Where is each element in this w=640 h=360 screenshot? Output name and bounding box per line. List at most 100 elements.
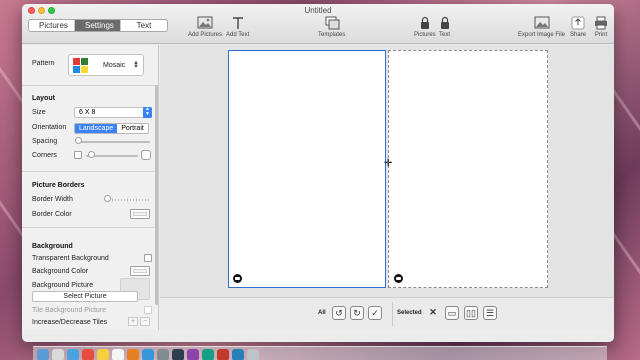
export-image-icon [534, 16, 550, 29]
camera-icon[interactable] [394, 274, 403, 283]
notes-icon[interactable] [97, 349, 109, 360]
lock-text-label: Text [439, 32, 451, 38]
lock-text-button[interactable]: Text [439, 16, 450, 38]
mode-tabs: Pictures Settings Text [28, 19, 168, 32]
transparent-background-checkbox[interactable] [144, 254, 152, 262]
pattern-label: Pattern [32, 60, 55, 67]
lock-icon [440, 16, 449, 29]
split-horizontal-icon[interactable]: ☰ [483, 306, 497, 320]
size-value: 6 X 8 [79, 109, 96, 116]
sidebar-scrollbar[interactable] [155, 85, 158, 305]
corners-slider-knob[interactable] [88, 151, 95, 158]
border-color-well[interactable] [130, 209, 150, 219]
tile-background-label: Tile Background Picture [32, 307, 107, 314]
window-title: Untitled [304, 6, 332, 15]
tab-text[interactable]: Text [121, 20, 167, 31]
templates-icon [325, 16, 340, 30]
background-color-well[interactable] [130, 266, 150, 276]
remove-selected-icon[interactable]: ✕ [426, 306, 440, 320]
settings-icon[interactable] [157, 349, 169, 360]
app-icon[interactable] [202, 349, 214, 360]
picture-icon [197, 16, 213, 29]
round-corner-icon [141, 150, 151, 160]
export-image-label: Export Image File [518, 32, 566, 38]
background-picture-label: Background Picture [32, 282, 94, 289]
add-text-label: Add Text [226, 32, 250, 38]
print-button[interactable]: Print [594, 16, 608, 38]
all-label: All [318, 310, 326, 316]
lock-icon [420, 16, 429, 29]
add-pictures-label: Add Pictures [188, 32, 223, 38]
background-heading: Background [32, 243, 73, 250]
divider [392, 302, 393, 326]
check-all-button[interactable]: ✓ [368, 306, 382, 320]
background-color-label: Background Color [32, 268, 89, 275]
launchpad-icon[interactable] [52, 349, 64, 360]
increase-decrease-tiles-label: Increase/Decrease Tiles [32, 319, 108, 326]
text-t-icon [232, 17, 243, 29]
selected-label: Selected [397, 310, 422, 316]
spacing-slider-knob[interactable] [75, 137, 82, 144]
orientation-landscape[interactable]: Landscape [75, 124, 118, 133]
app-icon[interactable] [187, 349, 199, 360]
picture-slot-selected[interactable] [228, 50, 386, 288]
share-label: Share [570, 32, 587, 38]
picture-borders-heading: Picture Borders [32, 182, 85, 189]
lock-pictures-label: Pictures [414, 32, 436, 38]
tab-pictures[interactable]: Pictures [29, 20, 75, 31]
size-select[interactable]: 6 X 8 ▲ ▼ [74, 107, 152, 118]
layout-heading: Layout [32, 95, 55, 102]
add-pictures-button[interactable]: Add Pictures [188, 16, 222, 38]
split-vertical-icon[interactable]: ▯▯ [464, 306, 478, 320]
rotate-right-all-button[interactable]: ↻ [350, 306, 364, 320]
bottom-toolbar: All ↺ ↻ ✓ Selected ✕ ▭ ▯▯ ☰ [160, 297, 614, 330]
photos-icon[interactable] [127, 349, 139, 360]
split-handle-icon[interactable]: ✛ [384, 159, 392, 169]
templates-label: Templates [318, 32, 346, 38]
pattern-select[interactable]: Mosaic ▲ ▼ [68, 54, 144, 76]
templates-button[interactable]: Templates [318, 16, 345, 38]
divider [22, 171, 158, 172]
divider [22, 85, 158, 86]
border-color-label: Border Color [32, 211, 72, 218]
app-icon[interactable] [217, 349, 229, 360]
select-picture-button[interactable]: Select Picture [32, 291, 138, 302]
border-width-label: Border Width [32, 196, 73, 203]
reminders-icon[interactable] [112, 349, 124, 360]
safari-icon[interactable] [67, 349, 79, 360]
size-label: Size [32, 109, 46, 116]
share-icon [571, 16, 585, 30]
border-width-slider-knob[interactable] [104, 195, 111, 202]
divider [22, 227, 158, 228]
picture-selected-icon[interactable]: ▭ [445, 306, 459, 320]
lock-pictures-button[interactable]: Pictures [414, 16, 436, 38]
add-text-button[interactable]: Add Text [226, 16, 249, 38]
tab-settings[interactable]: Settings [75, 20, 121, 31]
calendar-icon[interactable] [82, 349, 94, 360]
updown-icon: ▲ ▼ [133, 60, 139, 70]
print-label: Print [594, 32, 608, 38]
picture-slot[interactable] [388, 50, 548, 288]
dock [33, 346, 607, 360]
app-icon[interactable] [247, 349, 259, 360]
tile-background-checkbox[interactable] [144, 306, 152, 314]
updown-icon: ▲ ▼ [143, 107, 152, 118]
terminal-icon[interactable] [172, 349, 184, 360]
spacing-label: Spacing [32, 138, 58, 145]
border-width-slider[interactable] [106, 199, 150, 201]
camera-icon[interactable] [233, 274, 242, 283]
increase-tiles-button[interactable]: + [128, 317, 138, 326]
app-icon[interactable] [232, 349, 244, 360]
rotate-left-all-button[interactable]: ↺ [332, 306, 346, 320]
spacing-slider[interactable] [76, 141, 150, 143]
share-button[interactable]: Share [570, 16, 586, 38]
corners-label: Corners [32, 152, 57, 159]
finder-icon[interactable] [37, 349, 49, 360]
decrease-tiles-button[interactable]: − [140, 317, 150, 326]
orientation-portrait[interactable]: Portrait [117, 124, 148, 133]
export-image-button[interactable]: Export Image File [518, 16, 565, 38]
orientation-label: Orientation [32, 124, 67, 131]
collage-canvas: ✛ [160, 45, 614, 297]
transparent-background-label: Transparent Background [32, 255, 109, 262]
app-store-icon[interactable] [142, 349, 154, 360]
